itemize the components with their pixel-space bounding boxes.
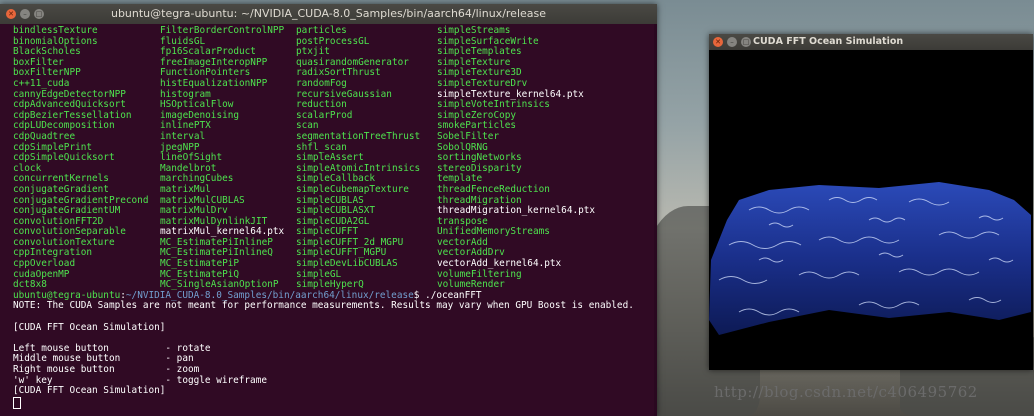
terminal-title: ubuntu@tegra-ubuntu: ~/NVIDIA_CUDA-8.0_S… [110,7,547,20]
close-icon[interactable]: ✕ [713,37,723,47]
terminal-window[interactable]: ✕ – □ ubuntu@tegra-ubuntu: ~/NVIDIA_CUDA… [0,4,657,416]
terminal-content[interactable]: bindlessTexture FilterBorderControlNPP par… [0,24,657,410]
maximize-icon[interactable]: □ [34,9,44,19]
listing-entry: c++11_cuda [13,77,70,89]
minimize-icon[interactable]: – [727,37,737,47]
cuda-titlebar[interactable]: ✕ – □ CUDA FFT Ocean Simulation [709,34,1033,50]
listing-entry: histEqualizationNPP [160,77,268,89]
terminal-cursor [13,396,21,409]
close-icon[interactable]: ✕ [6,9,16,19]
prompt-user: ubuntu@tegra-ubuntu [13,289,121,301]
maximize-icon[interactable]: □ [741,37,751,47]
prompt-path: ~/NVIDIA_CUDA-8.0_Samples/bin/aarch64/li… [125,289,414,301]
listing-entry: FilterBorderControlNPP [160,25,285,36]
ocean-surface [709,182,1031,335]
command-output: NOTE: The CUDA Samples are not meant for… [13,301,657,396]
listing-entry: randomFog [296,77,347,89]
listing-entry: conjugateGradient [13,183,109,195]
listing-entry: simpleStreams [437,25,511,36]
listing-entry: simpleCubemapTexture [296,183,409,195]
cuda-ocean-window[interactable]: ✕ – □ CUDA FFT Ocean Simulation [709,34,1033,370]
minimize-icon[interactable]: – [20,9,30,19]
listing-entry: SobelFilter [437,130,500,142]
terminal-titlebar[interactable]: ✕ – □ ubuntu@tegra-ubuntu: ~/NVIDIA_CUDA… [0,4,657,24]
listing-entry: threadFenceReduction [437,183,550,195]
listing-entry: matrixMul [160,183,211,195]
listing-entry: simpleTextureDrv [437,77,528,89]
file-listing: bindlessTexture FilterBorderControlNPP par… [13,25,657,291]
listing-entry: cdpQuadtree [13,130,76,142]
ocean-render[interactable] [709,50,1033,370]
watermark: http://blog.csdn.net/c406495762 [714,383,978,401]
listing-entry: segmentationTreeThrust [296,130,421,142]
terminal-scrollbar[interactable] [654,24,657,416]
output-line: [CUDA FFT Ocean Simulation] [13,385,166,397]
cuda-window-title: CUDA FFT Ocean Simulation [753,36,904,47]
listing-entry: bindlessTexture [13,25,98,36]
output-line: NOTE: The CUDA Samples are not meant for… [13,300,634,312]
output-line: Right mouse button - zoom [13,364,200,375]
listing-entry: particles [296,25,347,36]
prompt-command: $ ./oceanFFT [413,289,482,301]
output-line: [CUDA FFT Ocean Simulation] [13,321,166,333]
listing-entry: interval [160,130,206,142]
